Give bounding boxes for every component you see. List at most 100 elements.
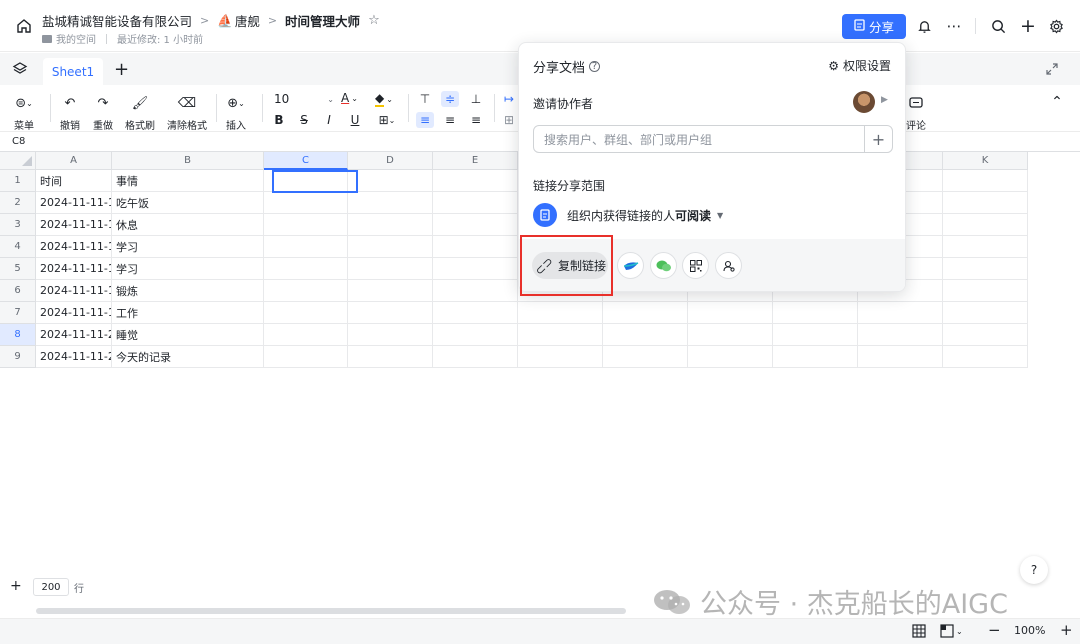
- row-header[interactable]: 7: [0, 302, 36, 324]
- tab-sheet1[interactable]: Sheet1: [43, 58, 103, 85]
- cell-b9[interactable]: 今天的记录: [112, 346, 264, 368]
- cell-h8[interactable]: [688, 324, 773, 346]
- row-header[interactable]: 4: [0, 236, 36, 258]
- avatar[interactable]: [853, 91, 875, 113]
- cell-b1[interactable]: 事情: [112, 170, 264, 192]
- merge-icon[interactable]: ⊞: [500, 112, 518, 128]
- help-button[interactable]: ?: [1020, 556, 1048, 584]
- column-header-c[interactable]: C: [264, 152, 348, 170]
- comment-button[interactable]: 评论: [906, 93, 926, 132]
- cell-c9[interactable]: [264, 346, 348, 368]
- cell-d6[interactable]: [348, 280, 433, 302]
- strikethrough-icon[interactable]: S: [295, 112, 313, 128]
- cell-d4[interactable]: [348, 236, 433, 258]
- column-header-a[interactable]: A: [36, 152, 112, 170]
- column-header-k[interactable]: K: [943, 152, 1028, 170]
- fill-color-icon[interactable]: ◆ ⌄: [375, 91, 393, 107]
- expand-icon[interactable]: [1046, 63, 1060, 77]
- cell-b6[interactable]: 锻炼: [112, 280, 264, 302]
- layers-icon[interactable]: [12, 61, 30, 79]
- cell-i8[interactable]: [773, 324, 858, 346]
- cell-b7[interactable]: 工作: [112, 302, 264, 324]
- row-header[interactable]: 1: [0, 170, 36, 192]
- zoom-in-icon[interactable]: +: [1060, 621, 1073, 639]
- chevron-right-icon[interactable]: ▶: [881, 95, 888, 105]
- row-header[interactable]: 2: [0, 192, 36, 214]
- align-center-icon[interactable]: ≡: [441, 112, 459, 128]
- cell-e4[interactable]: [433, 236, 518, 258]
- font-size-select[interactable]: 10 ⌄: [274, 92, 334, 106]
- cell-c6[interactable]: [264, 280, 348, 302]
- invite-search-input[interactable]: 搜索用户、群组、部门或用户组: [533, 125, 865, 153]
- cell-a8[interactable]: 2024-11-11-22-16: [36, 324, 112, 346]
- grid-view-icon[interactable]: [912, 624, 926, 641]
- cell-a2[interactable]: 2024-11-11-11-00: [36, 192, 112, 214]
- cell-c2[interactable]: [264, 192, 348, 214]
- align-middle-icon[interactable]: ≑: [441, 91, 459, 107]
- border-icon[interactable]: ⊞ ⌄: [374, 112, 400, 128]
- wrap-icon[interactable]: ↦: [500, 91, 518, 107]
- cell-c4[interactable]: [264, 236, 348, 258]
- select-all-corner[interactable]: [0, 152, 36, 170]
- cell-c7[interactable]: [264, 302, 348, 324]
- cell-d3[interactable]: [348, 214, 433, 236]
- space-label[interactable]: 我的空间: [56, 31, 96, 46]
- cell-k3[interactable]: [943, 214, 1028, 236]
- cell-b2[interactable]: 吃午饭: [112, 192, 264, 214]
- link-scope-select[interactable]: 组织内获得链接的人 可阅读 ▼: [567, 207, 723, 224]
- align-bottom-icon[interactable]: ⊥: [467, 91, 485, 107]
- cell-a6[interactable]: 2024-11-11-15:00: [36, 280, 112, 302]
- redo-button[interactable]: ↷ 重做: [93, 93, 113, 133]
- cell-b5[interactable]: 学习: [112, 258, 264, 280]
- cell-k2[interactable]: [943, 192, 1028, 214]
- cell-e1[interactable]: [433, 170, 518, 192]
- cell-b8[interactable]: 睡觉: [112, 324, 264, 346]
- feishu-share-icon[interactable]: [617, 252, 644, 279]
- column-header-d[interactable]: D: [348, 152, 433, 170]
- format-painter-button[interactable]: 🖌 格式刷: [125, 93, 155, 133]
- cell-g9[interactable]: [603, 346, 688, 368]
- cell-d9[interactable]: [348, 346, 433, 368]
- cell-a5[interactable]: 2024-11-11-14-00: [36, 258, 112, 280]
- cell-k5[interactable]: [943, 258, 1028, 280]
- underline-icon[interactable]: U: [346, 112, 364, 128]
- cell-i7[interactable]: [773, 302, 858, 324]
- cell-k9[interactable]: [943, 346, 1028, 368]
- row-header[interactable]: 3: [0, 214, 36, 236]
- cell-a3[interactable]: 2024-11-11-13-00: [36, 214, 112, 236]
- column-header-b[interactable]: B: [112, 152, 264, 170]
- undo-button[interactable]: ↶ 撤销: [60, 93, 80, 133]
- cell-j9[interactable]: [858, 346, 943, 368]
- home-icon[interactable]: [14, 16, 34, 36]
- cell-a7[interactable]: 2024-11-11-15:00: [36, 302, 112, 324]
- align-right-icon[interactable]: ≡: [467, 112, 485, 128]
- cell-a1[interactable]: 时间: [36, 170, 112, 192]
- collapse-toolbar-icon[interactable]: ⌃: [1048, 94, 1066, 110]
- cell-k7[interactable]: [943, 302, 1028, 324]
- row-count-input[interactable]: 200: [33, 578, 69, 596]
- freeze-icon[interactable]: ⌄: [940, 624, 963, 638]
- cell-f7[interactable]: [518, 302, 603, 324]
- cell-c5[interactable]: [264, 258, 348, 280]
- cell-d2[interactable]: [348, 192, 433, 214]
- italic-icon[interactable]: I: [320, 112, 338, 128]
- cell-e9[interactable]: [433, 346, 518, 368]
- permission-settings-button[interactable]: ⚙ 权限设置: [828, 57, 891, 74]
- cell-c3[interactable]: [264, 214, 348, 236]
- horizontal-scrollbar[interactable]: [36, 608, 626, 614]
- add-sheet-icon[interactable]: +: [114, 59, 129, 80]
- doc-title[interactable]: 时间管理大师: [285, 11, 360, 30]
- column-header-e[interactable]: E: [433, 152, 518, 170]
- cell-e6[interactable]: [433, 280, 518, 302]
- qrcode-icon[interactable]: [682, 252, 709, 279]
- row-header[interactable]: 8: [0, 324, 36, 346]
- cell-k6[interactable]: [943, 280, 1028, 302]
- cell-d8[interactable]: [348, 324, 433, 346]
- active-cell[interactable]: [272, 170, 358, 193]
- add-collaborator-button[interactable]: +: [865, 125, 893, 153]
- cell-c8[interactable]: [264, 324, 348, 346]
- cell-b3[interactable]: 休息: [112, 214, 264, 236]
- cell-k8[interactable]: [943, 324, 1028, 346]
- search-icon[interactable]: [988, 16, 1008, 36]
- cell-a9[interactable]: 2024-11-11-22-24: [36, 346, 112, 368]
